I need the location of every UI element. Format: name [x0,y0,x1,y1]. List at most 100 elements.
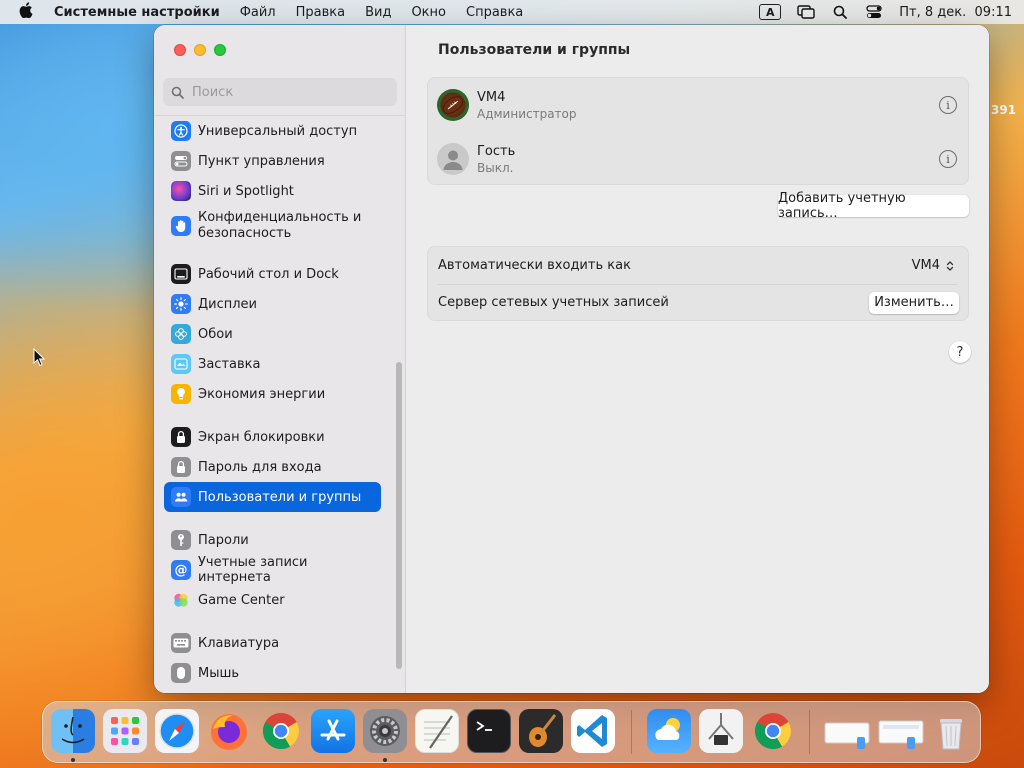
keyboard-icon [171,633,191,653]
user-row-guest[interactable]: Гость Выкл. i [428,132,968,186]
running-indicator [383,758,387,762]
sidebar-item-label: Универсальный доступ [198,123,358,139]
dock-system-settings-icon[interactable] [363,709,407,753]
sidebar-item-label: Пункт управления [198,153,325,169]
display-sun-icon [171,294,191,314]
sidebar-item-label: Клавиатура [198,635,280,651]
dock-screenshot-stack-icon[interactable] [877,709,924,753]
lock-icon [171,457,191,477]
spotlight-search-icon[interactable] [831,4,849,20]
help-button[interactable]: ? [949,341,971,363]
menu-bar: Системные настройки Файл Правка Вид Окно… [0,0,1024,24]
dock [42,701,981,763]
sidebar-item-label: Мышь [198,665,240,681]
sidebar-search-field[interactable]: Поиск [163,78,397,106]
running-indicator [71,758,75,762]
sidebar-item-users-groups[interactable]: Пользователи и группы [164,482,381,512]
dock-weather-icon[interactable] [647,709,691,753]
sidebar-item-lock-screen[interactable]: Экран блокировки [164,422,381,452]
sidebar-item-siri-spotlight[interactable]: Siri и Spotlight [164,176,381,206]
dock-chrome-2-icon[interactable] [751,709,795,753]
sidebar-item-wallpaper[interactable]: Обои [164,319,381,349]
user-name: VM4 [477,89,506,105]
main-content: Пользователи и группы VM4 Администратор … [407,25,989,693]
sidebar-item-accessibility[interactable]: Универсальный доступ [164,116,381,146]
menu-edit[interactable]: Правка [286,5,355,20]
user-row-vm4[interactable]: VM4 Администратор i [428,78,968,132]
sidebar-item-label: Пароли [198,532,249,548]
dock-safari-icon[interactable] [155,709,199,753]
dock-document-stack-icon[interactable] [823,709,870,753]
menubar-clock[interactable]: Пт, 8 дек. 09:11 [899,5,1012,20]
login-settings-group: Автоматически входить как VM4 Сервер сет… [427,246,969,321]
sidebar-item-control-center[interactable]: Пункт управления [164,146,381,176]
sidebar-item-label: Siri и Spotlight [198,183,294,199]
dock-garageband-icon[interactable] [519,709,563,753]
close-window-button[interactable] [174,44,186,56]
sidebar-item-displays[interactable]: Дисплеи [164,289,381,319]
control-center-icon [171,151,191,171]
sidebar-item-energy-saver[interactable]: Экономия энергии [164,379,381,409]
network-server-label: Сервер сетевых учетных записей [438,295,669,310]
dock-finder-icon[interactable] [51,709,95,753]
user-role: Выкл. [477,160,514,175]
dock-terminal-icon[interactable] [467,709,511,753]
dock-vscode-icon[interactable] [571,709,615,753]
sidebar-scrollbar[interactable] [396,362,402,669]
accessibility-icon [171,121,191,141]
sidebar-item-internet-accounts[interactable]: @ Учетные записи интернета [164,555,381,585]
dock-app-store-icon[interactable] [311,709,355,753]
lock-screen-icon [171,427,191,447]
sidebar-item-label: Пароль для входа [198,459,322,475]
info-icon[interactable]: i [939,150,957,168]
dock-firefox-icon[interactable] [207,709,251,753]
wallpaper-icon [171,324,191,344]
auto-login-value: VM4 [911,258,940,273]
menu-help[interactable]: Справка [456,5,533,20]
input-source-icon[interactable]: A [759,4,782,20]
change-button[interactable]: Изменить… [869,291,959,314]
apple-menu-icon[interactable] [12,2,40,22]
popup-chevrons-icon [944,258,956,274]
avatar-football-icon [437,89,469,121]
sidebar-item-label: Экран блокировки [198,429,325,445]
sidebar-item-game-center[interactable]: Game Center [164,585,381,615]
dock-textedit-icon[interactable] [415,709,459,753]
menu-app-name[interactable]: Системные настройки [40,5,230,20]
menu-window[interactable]: Окно [401,5,456,20]
menu-view[interactable]: Вид [355,5,401,20]
dock-launchpad-icon[interactable] [103,709,147,753]
avatar-guest-icon [437,143,469,175]
sidebar-item-privacy-security[interactable]: Конфиденциальность и безопасность [164,206,381,246]
search-icon [171,86,184,99]
dock-chrome-icon[interactable] [259,709,303,753]
sidebar-item-login-password[interactable]: Пароль для входа [164,452,381,482]
menu-file[interactable]: Файл [230,5,286,20]
sidebar-item-label: Заставка [198,356,261,372]
auto-login-popup[interactable]: VM4 [912,258,956,274]
at-sign-icon: @ [171,560,191,580]
network-server-row: Сервер сетевых учетных записей Изменить… [428,284,968,321]
page-title: Пользователи и группы [438,42,631,58]
screen-mirroring-icon[interactable] [797,4,815,20]
sidebar-item-passwords[interactable]: Пароли [164,525,381,555]
sidebar-item-label: Пользователи и группы [198,489,362,505]
key-icon [171,530,191,550]
search-placeholder: Поиск [192,84,234,100]
minimize-window-button[interactable] [194,44,206,56]
sidebar-item-label: Учетные записи интернета [198,555,308,585]
dock-trash-icon[interactable] [929,709,973,753]
zoom-window-button[interactable] [214,44,226,56]
privacy-hand-icon [171,216,191,236]
sidebar-item-screensaver[interactable]: Заставка [164,349,381,379]
dock-utility-icon[interactable] [699,709,743,753]
game-center-icon [171,590,191,610]
sidebar-item-mouse[interactable]: Мышь [164,658,381,688]
info-icon[interactable]: i [939,96,957,114]
sidebar-item-keyboard[interactable]: Клавиатура [164,628,381,658]
desktop-edge-label: 391 [991,103,1017,117]
control-center-icon[interactable] [865,4,883,20]
sidebar-item-desktop-dock[interactable]: Рабочий стол и Dock [164,259,381,289]
screensaver-icon [171,354,191,374]
add-account-button[interactable]: Добавить учетную запись… [778,191,969,221]
